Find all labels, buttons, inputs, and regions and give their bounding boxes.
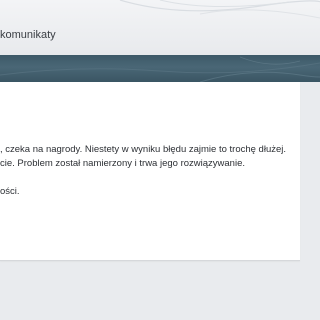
message-line: , czeka na nagrody. Niestety w wyniku bł… xyxy=(0,144,287,155)
top-header: komunikaty xyxy=(0,0,320,55)
nav-band-decoration xyxy=(0,56,320,82)
message-line: cie. Problem został namierzony i trwa je… xyxy=(0,158,245,169)
message-card: , czeka na nagrody. Niestety w wyniku bł… xyxy=(0,82,300,261)
header-decoration xyxy=(119,0,320,19)
message-line: ości. xyxy=(0,186,20,197)
breadcrumb-current[interactable]: komunikaty xyxy=(0,29,56,41)
nav-band xyxy=(0,55,320,82)
page-viewport: komunikaty , czeka na nagrody. Niestety … xyxy=(0,0,320,320)
